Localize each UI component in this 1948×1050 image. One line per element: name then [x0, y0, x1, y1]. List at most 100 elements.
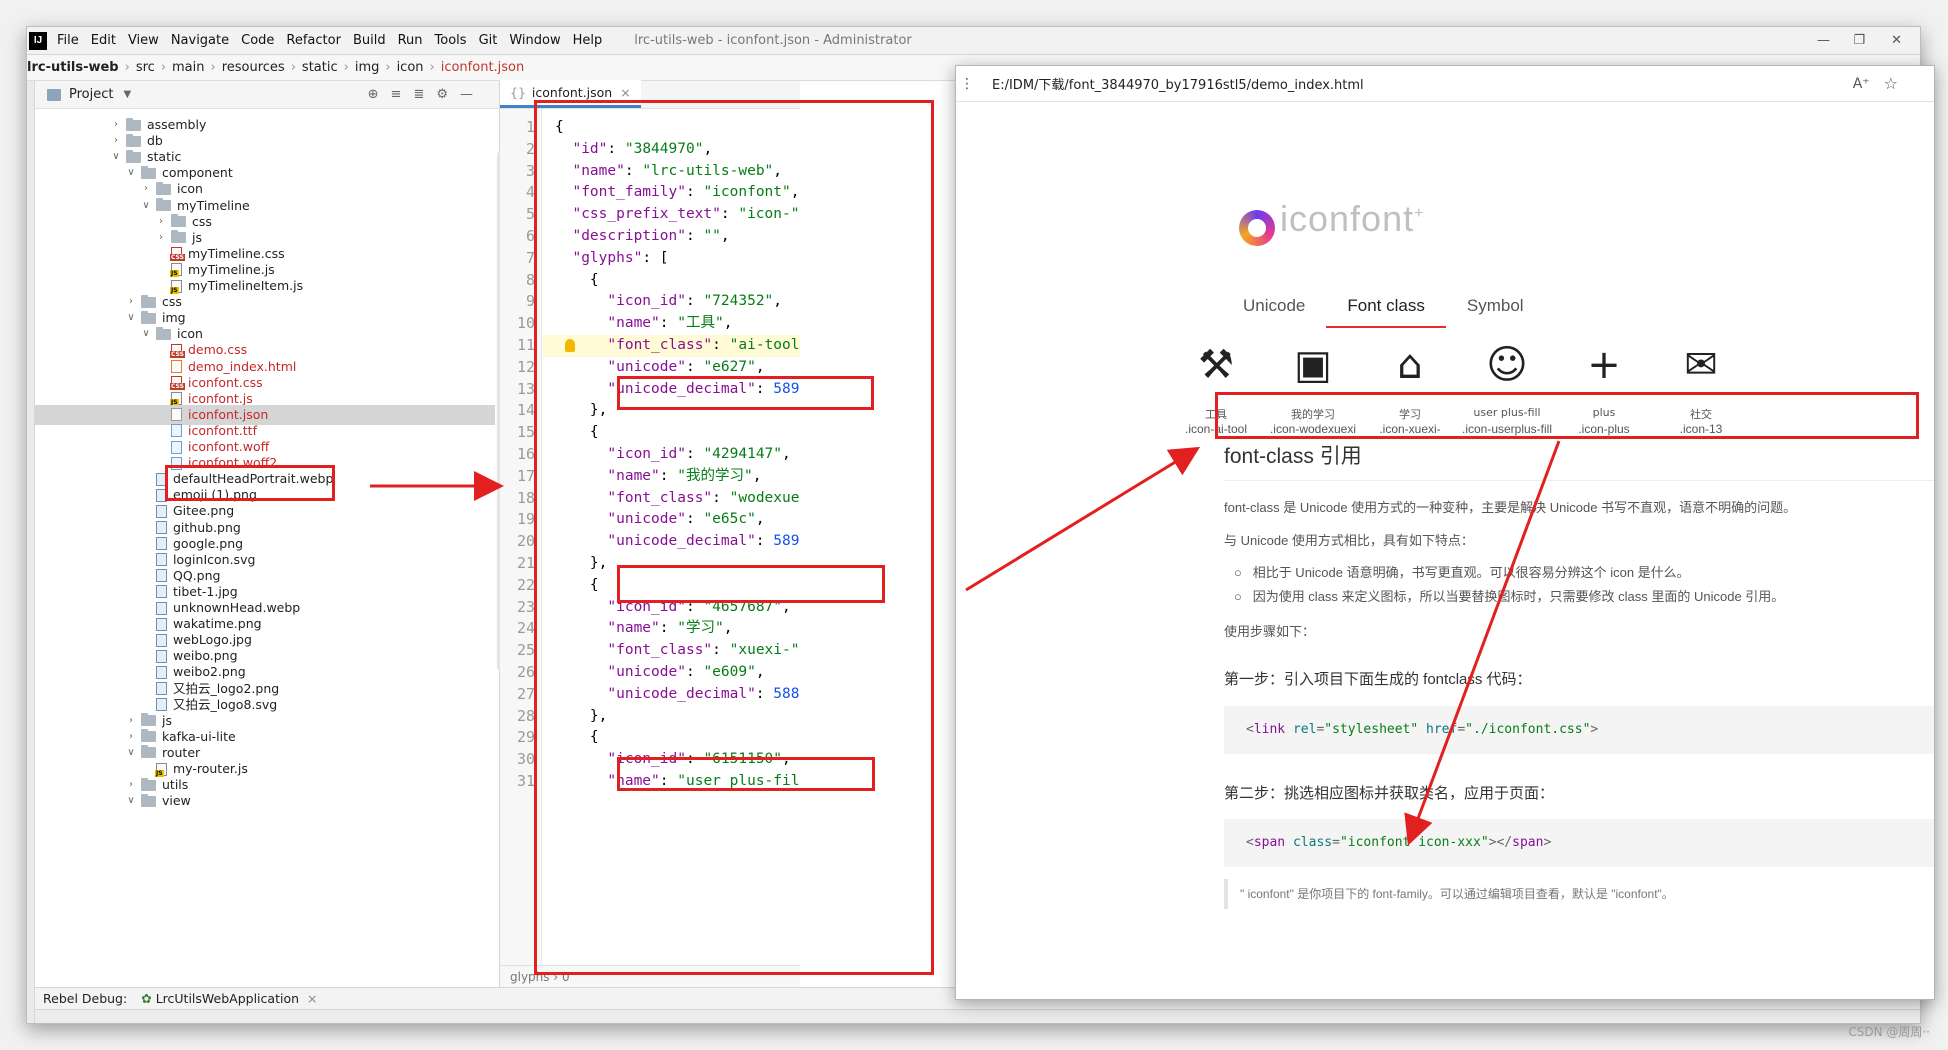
editor-status-crumb[interactable]: glyphs › 0 — [500, 965, 800, 987]
code-snippet-link[interactable]: <link rel="stylesheet" href="./iconfont.… — [1224, 706, 1934, 754]
breadcrumb-item[interactable]: img — [355, 60, 380, 75]
menu-run[interactable]: Run — [398, 33, 423, 48]
code-token: : — [720, 206, 739, 223]
tab-unicode[interactable]: Unicode — [1222, 288, 1326, 328]
img-file-icon — [156, 504, 167, 518]
code-token: : — [624, 162, 643, 179]
code-token: : — [712, 642, 730, 659]
menu-build[interactable]: Build — [353, 33, 386, 48]
demo-page: iconfont+ Unicode Font class Symbol ⚒ 工具 .ic… — [956, 102, 1934, 999]
code-line: "glyphs": [ — [555, 248, 669, 270]
menu-window[interactable]: Window — [509, 33, 560, 48]
tree-item[interactable]: ∨ view — [35, 791, 495, 811]
code-token: , — [703, 140, 713, 157]
code-line: }, — [555, 400, 607, 422]
icon-card[interactable]: + plus .icon-plus — [1554, 340, 1654, 436]
breadcrumb-item[interactable]: lrc-utils-web — [27, 60, 119, 75]
menu-edit[interactable]: Edit — [91, 33, 116, 48]
code-token: : — [685, 293, 704, 310]
code-editor: {} iconfont.json × 1 2 3 4 5 6 7 8 9 10 11 12 13 14 15… — [500, 80, 800, 987]
folder-icon — [171, 230, 186, 244]
menu-help[interactable]: Help — [573, 33, 603, 48]
code-token: , — [752, 467, 762, 484]
code-token: "icon_id" — [607, 598, 686, 615]
breadcrumb-item[interactable]: icon — [397, 60, 424, 75]
restore-icon[interactable]: ❐ — [1853, 33, 1865, 48]
tab-font-class[interactable]: Font class — [1326, 288, 1446, 328]
chevron-down-icon[interactable]: ∨ — [125, 791, 137, 811]
tab-symbol[interactable]: Symbol — [1446, 288, 1545, 328]
breadcrumb-separator: › — [160, 60, 167, 75]
code-area[interactable]: { "id": "3844970", "name": "lrc-utils-we… — [500, 109, 800, 965]
icon-class-name: .icon-xuexi- — [1379, 422, 1441, 436]
chevron-down-icon[interactable]: ▼ — [123, 89, 131, 100]
close-icon[interactable]: ✕ — [1891, 33, 1902, 48]
folder-icon — [141, 745, 156, 759]
favorite-icon[interactable]: ☆ — [1884, 74, 1898, 93]
url-text[interactable]: E:/IDM/下载/font_3844970_by17916stl5/demo_… — [992, 74, 1364, 93]
json-file-icon — [171, 408, 182, 422]
menu-code[interactable]: Code — [241, 33, 274, 48]
menu-view[interactable]: View — [128, 33, 159, 48]
project-panel-title[interactable]: Project — [69, 87, 113, 102]
code-line: "css_prefix_text": "icon-", — [555, 204, 800, 226]
address-bar[interactable]: ⋮ E:/IDM/下载/font_3844970_by17916stl5/dem… — [956, 66, 1934, 102]
close-tab-icon[interactable]: × — [307, 991, 317, 1006]
menu-git[interactable]: Git — [479, 33, 498, 48]
breadcrumb-item[interactable]: resources — [222, 60, 285, 75]
code-token: "icon-" — [738, 206, 800, 223]
page-info-icon[interactable]: ⋮ — [960, 76, 974, 92]
img-file-icon — [156, 537, 167, 551]
icon-card[interactable]: ✉ 社交 .icon-13 — [1651, 340, 1751, 436]
icon-name: plus — [1592, 406, 1616, 419]
code-line: "icon_id": "4294147", — [555, 444, 790, 466]
menu-navigate[interactable]: Navigate — [171, 33, 229, 48]
code-token: : — [659, 467, 678, 484]
icon-card[interactable]: ▣ 我的学习 .icon-wodexuexi — [1263, 340, 1363, 436]
code-line: "font_family": "iconfont", — [555, 182, 799, 204]
close-tab-icon[interactable]: × — [620, 85, 630, 100]
code-token: : — [607, 140, 625, 157]
folder-icon — [126, 149, 141, 163]
menu-refactor[interactable]: Refactor — [286, 33, 341, 48]
code-line: }, — [555, 553, 607, 575]
code-token: "glyphs" — [572, 249, 643, 266]
browser-window: ⋮ E:/IDM/下载/font_3844970_by17916stl5/dem… — [955, 65, 1935, 1000]
icon-class-name: .icon-userplus-fill — [1461, 422, 1553, 436]
img-file-icon — [156, 649, 167, 663]
code-token: , — [790, 184, 800, 201]
code-token: "4294147" — [703, 446, 783, 462]
icon-card[interactable]: ⚒ 工具 .icon-ai-tool — [1166, 340, 1266, 436]
code-snippet-span[interactable]: <span class="iconfont icon-xxx"></span> — [1224, 819, 1934, 867]
js-file-icon — [170, 263, 182, 278]
code-line: }, — [555, 706, 607, 728]
code-token: "学习" — [677, 620, 724, 637]
menu-file[interactable]: File — [57, 33, 79, 48]
icon-card[interactable]: ☺ user plus-fill .icon-userplus-fill — [1457, 340, 1557, 436]
code-token: "unicode" — [607, 511, 686, 528]
tab-iconfont-json[interactable]: {} iconfont.json × — [500, 80, 641, 108]
iconfont-logo-icon — [1239, 210, 1275, 246]
code-token: : — [685, 511, 704, 528]
panel-toolbar-icons[interactable]: ⊕≡≣⚙— — [368, 87, 485, 102]
breadcrumb-item[interactable]: src — [136, 60, 155, 75]
code-token: "name" — [607, 467, 660, 484]
code-token: "724352" — [703, 293, 774, 310]
feature-intro: 与 Unicode 使用方式相比，具有如下特点： — [1224, 533, 1474, 548]
breadcrumb-item[interactable]: static — [302, 60, 338, 75]
menu-tools[interactable]: Tools — [435, 33, 467, 48]
code-token: : [ — [642, 249, 669, 266]
debug-app-tab[interactable]: LrcUtilsWebApplication — [156, 991, 299, 1006]
read-aloud-icon[interactable]: A⁺ — [1853, 76, 1870, 92]
icon-card[interactable]: ⌂ 学习 .icon-xuexi- — [1360, 340, 1460, 436]
intention-bulb-icon[interactable] — [565, 339, 575, 352]
minimize-icon[interactable]: — — [1817, 33, 1830, 48]
img-file-icon — [156, 521, 167, 534]
breadcrumb-item[interactable]: iconfont.json — [441, 60, 525, 75]
code-token: }, — [555, 707, 608, 724]
breadcrumb-item[interactable]: main — [172, 60, 204, 75]
